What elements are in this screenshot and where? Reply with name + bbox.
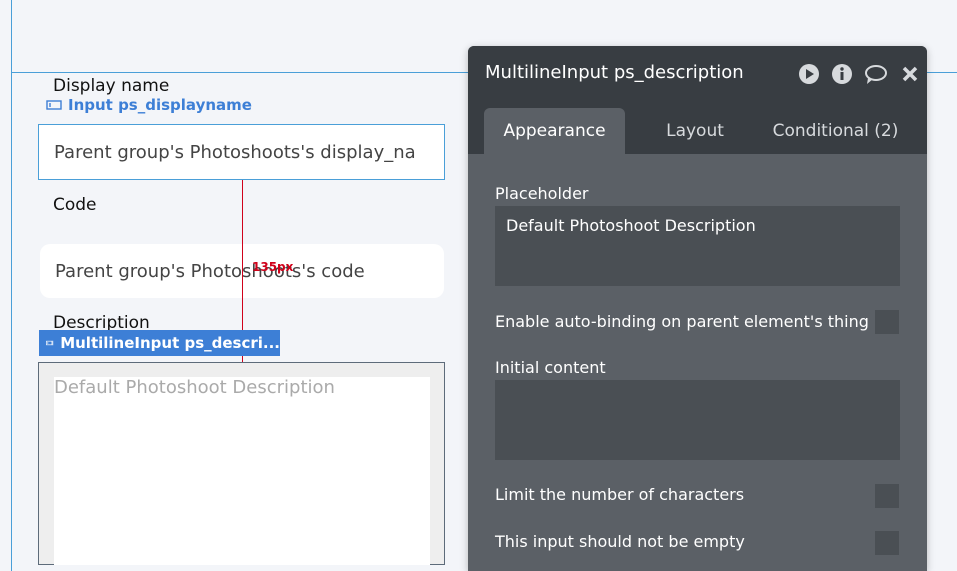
not-empty-label: This input should not be empty (495, 532, 745, 551)
multiline-placeholder: Default Photoshoot Description (54, 377, 335, 398)
display-name-label: Display name (53, 76, 170, 96)
panel-title: MultilineInput ps_description (485, 62, 744, 83)
panel-tabs: Appearance Layout Conditional (2) (468, 100, 927, 154)
code-label: Code (53, 195, 97, 215)
property-editor-panel: MultilineInput ps_description Appearance… (468, 46, 927, 571)
display-name-value: Parent group's Photoshoots's display_na (54, 141, 416, 163)
display-name-element-tag[interactable]: Input ps_displayname (46, 96, 252, 114)
tab-conditional[interactable]: Conditional (2) (768, 108, 903, 154)
limit-characters-checkbox[interactable] (875, 484, 899, 508)
limit-characters-label: Limit the number of characters (495, 485, 745, 504)
panel-header: MultilineInput ps_description (468, 46, 927, 100)
placeholder-label: Placeholder (495, 184, 589, 203)
multiline-input-field[interactable]: Default Photoshoot Description (54, 377, 430, 565)
selected-element-name: MultilineInput ps_descri... (60, 334, 280, 352)
initial-content-label: Initial content (495, 358, 606, 377)
comment-icon[interactable] (864, 63, 888, 85)
input-element-icon (46, 100, 62, 110)
close-icon[interactable] (900, 63, 920, 85)
placeholder-value: Default Photoshoot Description (506, 216, 756, 235)
display-name-input[interactable]: Parent group's Photoshoots's display_na (38, 124, 445, 180)
autobinding-label: Enable auto-binding on parent element's … (495, 312, 869, 331)
play-icon[interactable] (798, 63, 820, 85)
initial-content-field[interactable] (495, 380, 900, 460)
not-empty-checkbox[interactable] (875, 531, 899, 555)
multiline-input-ps-description[interactable]: Default Photoshoot Description (38, 362, 445, 565)
tab-appearance[interactable]: Appearance (484, 108, 625, 154)
distance-marker-label: 135px (252, 260, 294, 274)
code-value: Parent group's Photoshoots's code (55, 260, 365, 282)
info-icon[interactable] (831, 63, 853, 85)
canvas-guide-vertical (11, 0, 12, 571)
placeholder-field[interactable]: Default Photoshoot Description (495, 206, 900, 286)
selected-element-tag[interactable]: MultilineInput ps_descri... (39, 330, 280, 356)
autobinding-checkbox[interactable] (875, 310, 899, 334)
multiline-input-icon (46, 340, 54, 346)
display-name-element-name: Input ps_displayname (68, 96, 252, 114)
tab-layout[interactable]: Layout (643, 108, 747, 154)
